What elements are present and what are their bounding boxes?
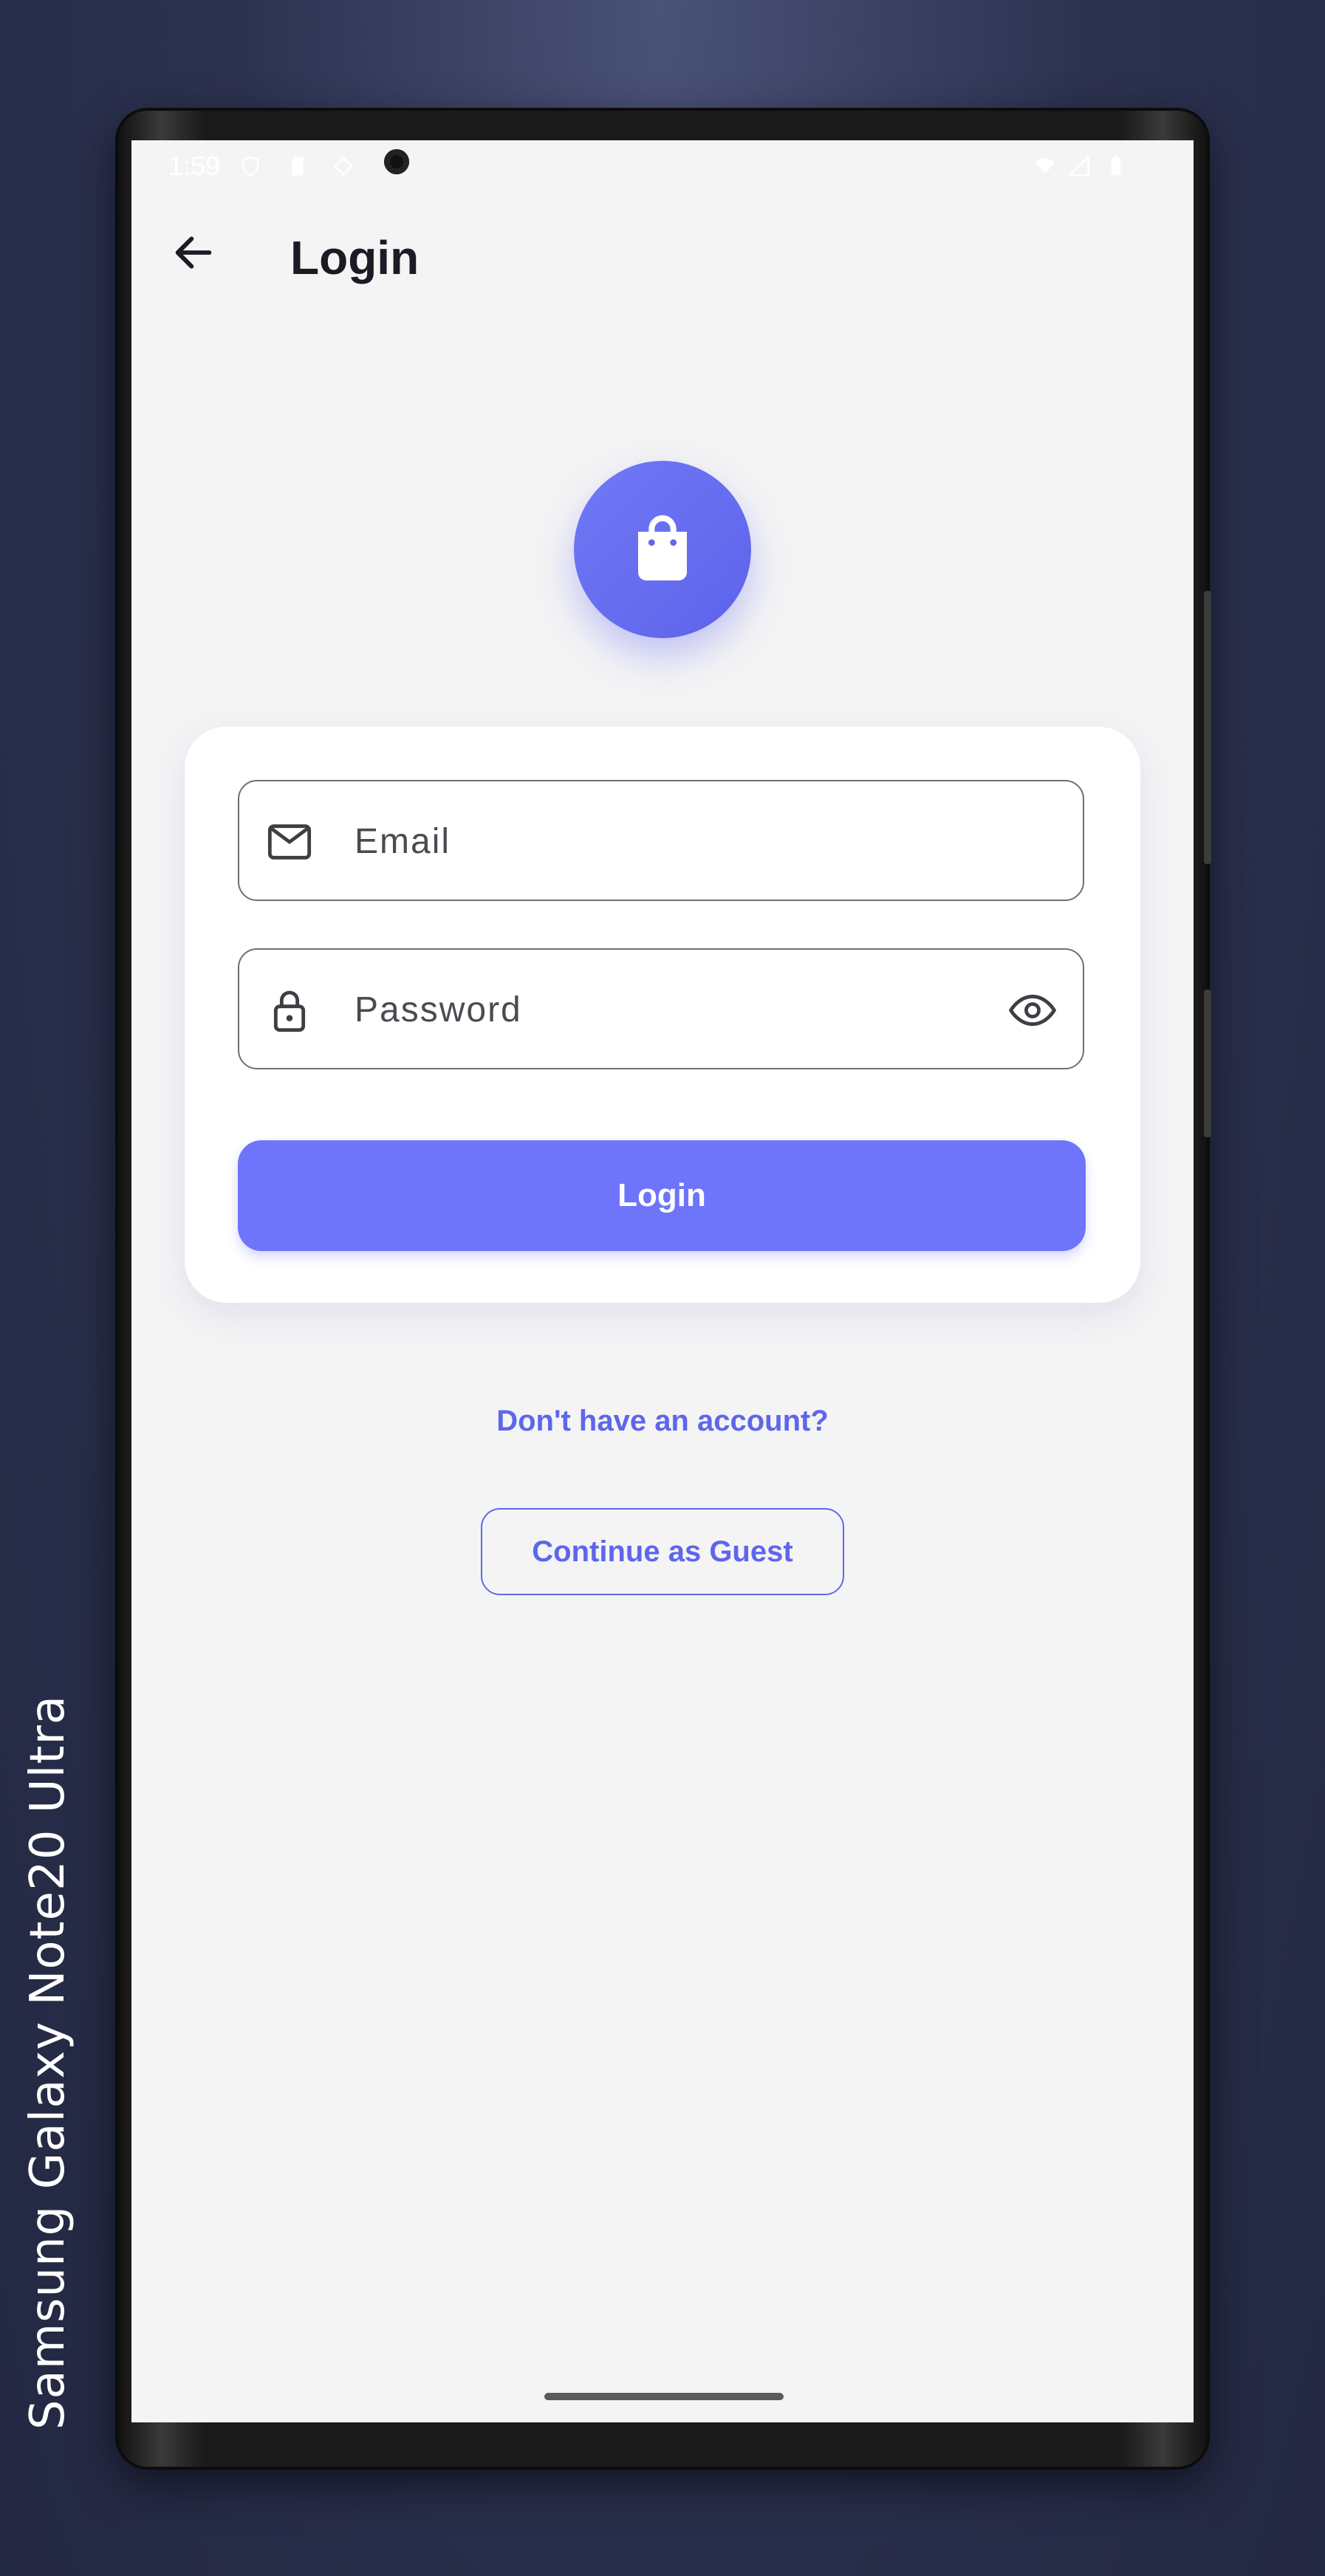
- phone-screen: 1:59 Login Email Login Don't have an acc…: [131, 140, 1194, 2422]
- back-arrow-icon[interactable]: [170, 229, 217, 276]
- password-input[interactable]: [353, 950, 932, 1069]
- email-input[interactable]: [353, 781, 932, 901]
- device-label: Samsung Galaxy Note20 Ultra: [21, 1694, 75, 2430]
- front-camera: [384, 149, 409, 174]
- continue-as-guest-button[interactable]: Continue as Guest: [481, 1508, 844, 1595]
- password-field[interactable]: [238, 948, 1084, 1069]
- login-button[interactable]: Login: [238, 1140, 1086, 1251]
- signal-icon: [1068, 154, 1089, 177]
- volume-button: [1204, 591, 1211, 864]
- power-button: [1204, 990, 1211, 1137]
- page-title: Login: [290, 231, 420, 284]
- show-password-eye-icon[interactable]: [1006, 987, 1059, 1034]
- mail-icon: [267, 824, 312, 860]
- sd-card-icon: [292, 157, 304, 176]
- shopping-bag-icon: [638, 515, 687, 580]
- status-time: 1:59: [168, 151, 221, 181]
- status-bar: 1:59: [131, 140, 1194, 192]
- app-logo: [574, 461, 751, 638]
- lock-icon: [273, 990, 306, 1032]
- wifi-icon: [1035, 158, 1055, 174]
- battery-icon: [1111, 156, 1121, 176]
- sync-icon: [333, 156, 354, 177]
- email-field[interactable]: [238, 780, 1084, 901]
- app-bar: Login: [131, 214, 1194, 295]
- home-indicator[interactable]: [544, 2393, 784, 2400]
- signup-link[interactable]: Don't have an account?: [131, 1405, 1194, 1438]
- login-card: Login: [185, 727, 1140, 1303]
- shield-icon: [242, 156, 259, 177]
